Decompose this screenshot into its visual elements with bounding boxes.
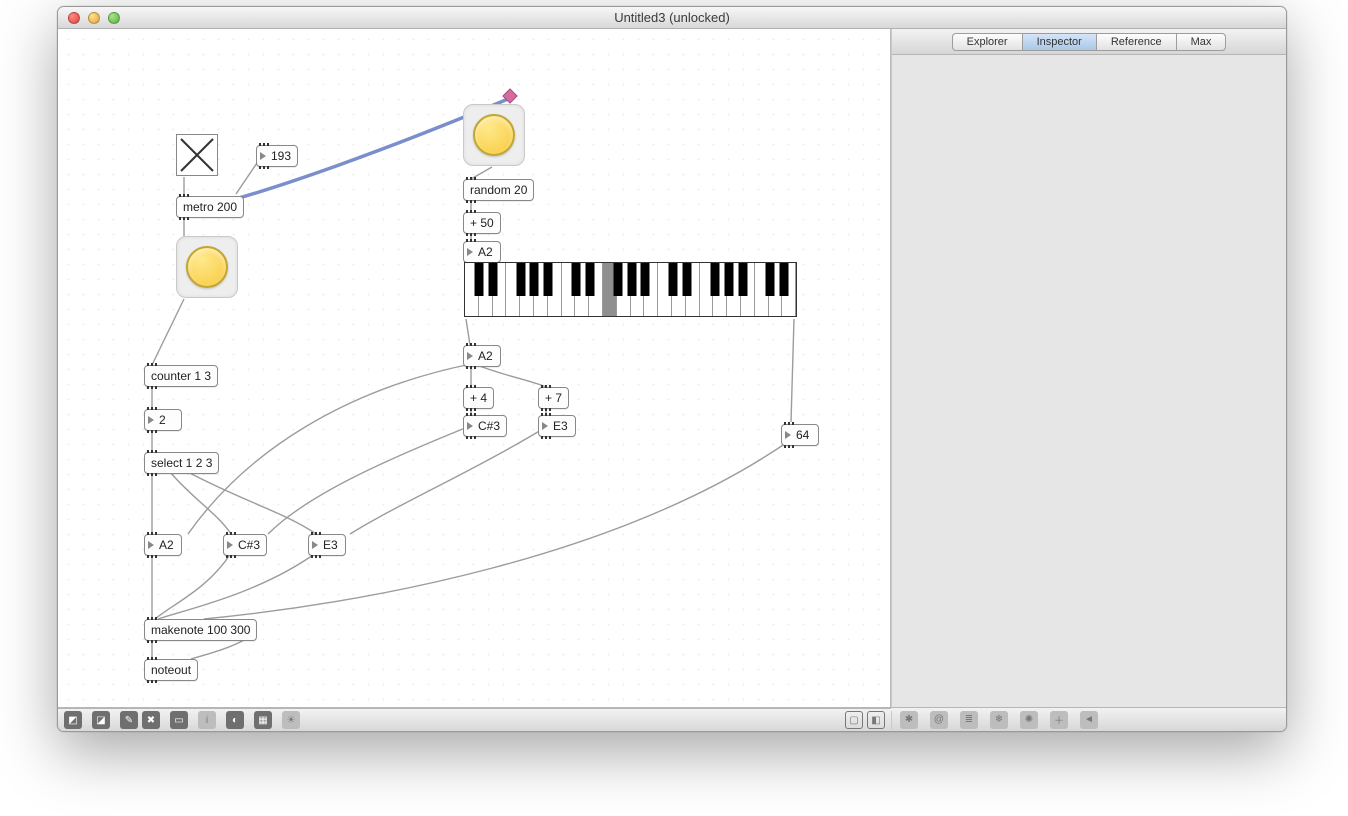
- kslider-keyboard[interactable]: [464, 262, 797, 317]
- black-key[interactable]: [780, 263, 789, 296]
- patcher-canvas[interactable]: 193 metro 200 random 20 + 50: [58, 29, 891, 707]
- note-box-cs3[interactable]: C#3: [463, 415, 507, 437]
- black-key[interactable]: [627, 263, 636, 296]
- random-object[interactable]: random 20: [463, 179, 534, 201]
- close-icon[interactable]: [68, 12, 80, 24]
- object-text: metro 200: [183, 200, 237, 214]
- number-value: 193: [271, 149, 291, 163]
- note-box-a2-mid[interactable]: A2: [463, 345, 501, 367]
- newobj-icon[interactable]: ◪: [92, 711, 110, 729]
- number-value: E3: [553, 419, 568, 433]
- all-icon[interactable]: ✺: [1020, 711, 1038, 729]
- object-text: noteout: [151, 663, 191, 677]
- zoom-icon[interactable]: [108, 12, 120, 24]
- number-value: C#3: [478, 419, 500, 433]
- number-value: C#3: [238, 538, 260, 552]
- app-window: Untitled3 (unlocked): [57, 6, 1287, 732]
- black-key[interactable]: [641, 263, 650, 296]
- plus7-object[interactable]: + 7: [538, 387, 569, 409]
- black-key[interactable]: [516, 263, 525, 296]
- presentation-icon[interactable]: ✎: [120, 711, 138, 729]
- zoomfit-icon[interactable]: ▢: [845, 711, 863, 729]
- number-value: 2: [159, 413, 166, 427]
- minimize-icon[interactable]: [88, 12, 100, 24]
- back-icon[interactable]: ◄: [1080, 711, 1098, 729]
- bang-icon: [186, 246, 228, 288]
- number-value: A2: [478, 349, 493, 363]
- metro-object[interactable]: metro 200: [176, 196, 244, 218]
- counter-object[interactable]: counter 1 3: [144, 365, 218, 387]
- recv-box-a2[interactable]: A2: [144, 534, 182, 556]
- zoom-icon[interactable]: ◧: [867, 711, 885, 729]
- object-text: + 4: [470, 391, 487, 405]
- recv-box-cs3[interactable]: C#3: [223, 534, 267, 556]
- note-box-a2-top[interactable]: A2: [463, 241, 501, 263]
- black-key[interactable]: [585, 263, 594, 296]
- bang-button-right[interactable]: [463, 104, 525, 166]
- number-box-2[interactable]: 2: [144, 409, 182, 431]
- black-key[interactable]: [710, 263, 719, 296]
- number-value: A2: [478, 245, 493, 259]
- number-value: E3: [323, 538, 338, 552]
- tab-max[interactable]: Max: [1176, 33, 1227, 51]
- number-box-193[interactable]: 193: [256, 145, 298, 167]
- object-text: random 20: [470, 183, 527, 197]
- sidebar: Explorer Inspector Reference Max: [891, 29, 1286, 707]
- comment-icon[interactable]: ▭: [170, 711, 188, 729]
- select-object[interactable]: select 1 2 3: [144, 452, 219, 474]
- window-bottombar: ◩ ◪ ✎ ✖ ▭ i ◐ ▦ ☀ ▢ ◧ ✱ @ ≣ ❄ ✺ ＋ ◄: [58, 707, 1286, 731]
- toggle-object[interactable]: [176, 134, 218, 176]
- tab-reference[interactable]: Reference: [1096, 33, 1176, 51]
- patcher-toolbar: ◩ ◪ ✎ ✖ ▭ i ◐ ▦ ☀ ▢ ◧: [58, 708, 891, 732]
- layout-icon[interactable]: ≣: [960, 711, 978, 729]
- object-text: + 7: [545, 391, 562, 405]
- black-key[interactable]: [669, 263, 678, 296]
- freeze-icon[interactable]: ✱: [900, 711, 918, 729]
- plus-icon[interactable]: ＋: [1050, 711, 1068, 729]
- object-text: makenote 100 300: [151, 623, 250, 637]
- bang-icon: [473, 114, 515, 156]
- attr-icon[interactable]: @: [930, 711, 948, 729]
- black-key[interactable]: [572, 263, 581, 296]
- object-text: select 1 2 3: [151, 456, 212, 470]
- lock-icon[interactable]: ◩: [64, 711, 82, 729]
- tab-explorer[interactable]: Explorer: [952, 33, 1022, 51]
- titlebar: Untitled3 (unlocked): [58, 7, 1286, 29]
- black-key[interactable]: [530, 263, 539, 296]
- audio-icon[interactable]: ◐: [226, 711, 244, 729]
- black-key[interactable]: [738, 263, 747, 296]
- black-key[interactable]: [766, 263, 775, 296]
- number-box-64[interactable]: 64: [781, 424, 819, 446]
- black-key[interactable]: [544, 263, 553, 296]
- note-box-e3[interactable]: E3: [538, 415, 576, 437]
- makenote-object[interactable]: makenote 100 300: [144, 619, 257, 641]
- basic-icon[interactable]: ❄: [990, 711, 1008, 729]
- debug-icon[interactable]: ☀: [282, 711, 300, 729]
- sidebar-content: [892, 55, 1286, 707]
- patching-icon[interactable]: ✖: [142, 711, 160, 729]
- tab-inspector[interactable]: Inspector: [1022, 33, 1096, 51]
- plus4-object[interactable]: + 4: [463, 387, 494, 409]
- number-value: A2: [159, 538, 174, 552]
- black-key[interactable]: [683, 263, 692, 296]
- sidebar-tabbar: Explorer Inspector Reference Max: [892, 29, 1286, 55]
- black-key[interactable]: [724, 263, 733, 296]
- object-text: + 50: [470, 216, 494, 230]
- sidebar-toolbar: ✱ @ ≣ ❄ ✺ ＋ ◄: [891, 711, 1286, 729]
- plus50-object[interactable]: + 50: [463, 212, 501, 234]
- bang-button-left[interactable]: [176, 236, 238, 298]
- window-title: Untitled3 (unlocked): [58, 10, 1286, 25]
- traffic-lights: [58, 12, 120, 24]
- grid-icon[interactable]: ▦: [254, 711, 272, 729]
- noteout-object[interactable]: noteout: [144, 659, 198, 681]
- black-key[interactable]: [474, 263, 483, 296]
- number-value: 64: [796, 428, 809, 442]
- object-text: counter 1 3: [151, 369, 211, 383]
- black-key[interactable]: [613, 263, 622, 296]
- black-key[interactable]: [488, 263, 497, 296]
- info-icon[interactable]: i: [198, 711, 216, 729]
- recv-box-e3[interactable]: E3: [308, 534, 346, 556]
